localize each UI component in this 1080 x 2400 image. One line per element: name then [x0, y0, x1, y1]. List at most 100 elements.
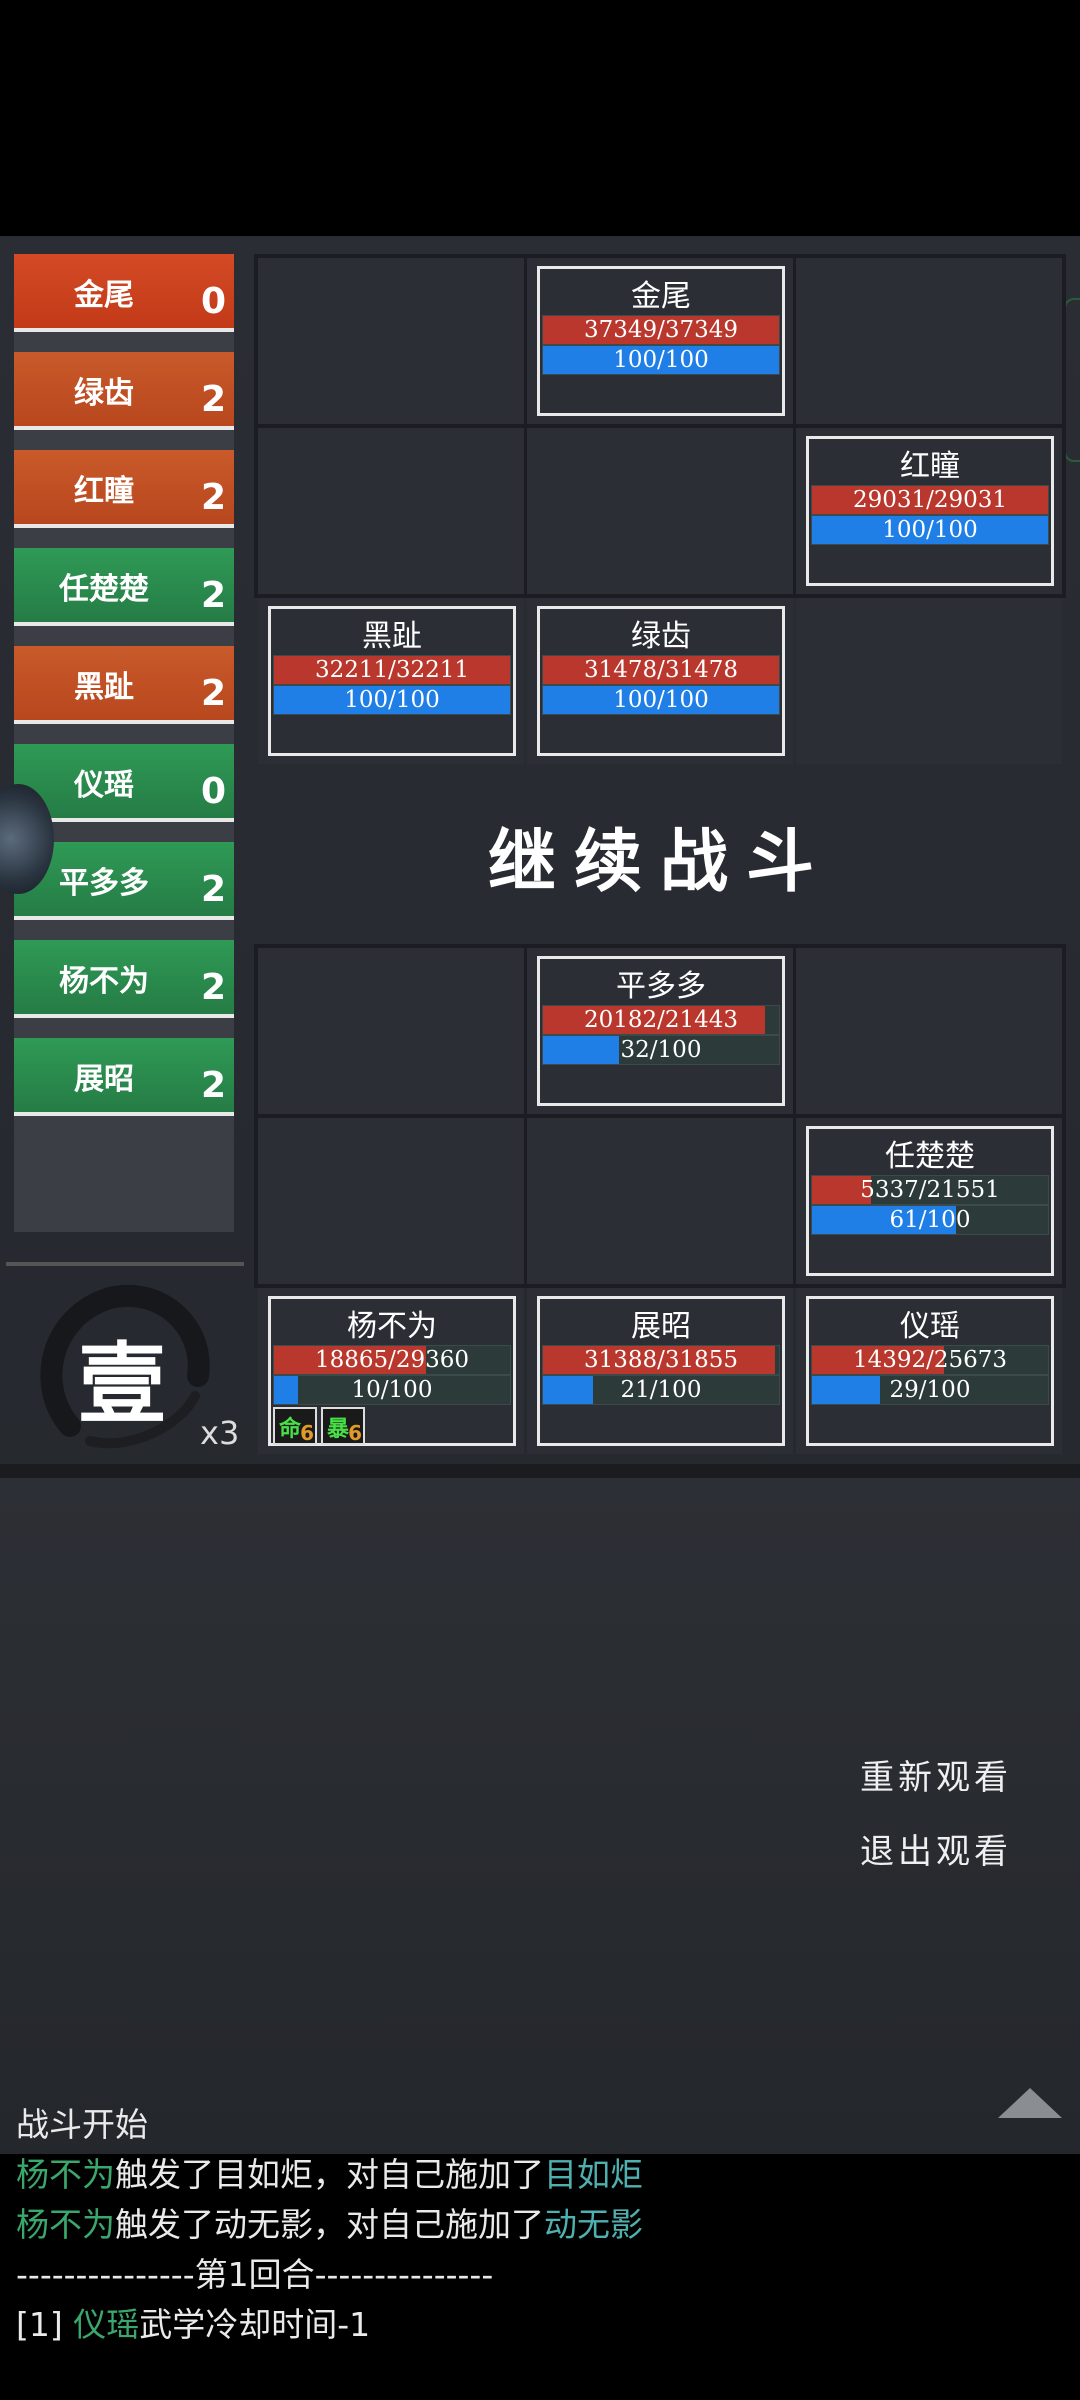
turn-item[interactable]: 任楚楚 2 — [14, 548, 234, 626]
turn-count: 2 — [200, 869, 226, 910]
buff-count: 6 — [348, 1421, 362, 1445]
mp-text: 100/100 — [613, 347, 709, 373]
mp-text: 100/100 — [882, 517, 978, 543]
mp-bar: 100/100 — [542, 345, 780, 375]
hp-bar: 18865/29360 — [273, 1345, 511, 1375]
hp-text: 31478/31478 — [583, 657, 739, 683]
buff-char: 命 — [279, 1417, 302, 1442]
grid-cell — [258, 428, 524, 594]
turn-name: 红瞳 — [74, 474, 134, 509]
enemy-unit-card[interactable]: 金尾 37349/37349 100/100 — [537, 266, 785, 416]
enemy-unit-card[interactable]: 红瞳 29031/29031 100/100 — [806, 436, 1054, 586]
turn-item[interactable]: 黑趾 2 — [14, 646, 234, 724]
log-round-separator: ---------------第1回合--------------- — [16, 2248, 493, 2296]
mp-bar: 10/100 — [273, 1375, 511, 1405]
grid-cell — [796, 598, 1062, 764]
mp-text: 100/100 — [344, 687, 440, 713]
enemy-unit-card[interactable]: 黑趾 32211/32211 100/100 — [268, 606, 516, 756]
replay-button[interactable]: 重新观看 — [860, 1750, 1012, 1799]
hp-text: 5337/21551 — [860, 1177, 1000, 1203]
grid-cell: 黑趾 32211/32211 100/100 — [258, 598, 524, 764]
turn-count: 2 — [200, 575, 226, 616]
continue-battle-button[interactable]: 继续战斗 — [254, 806, 1066, 905]
mp-text: 21/100 — [620, 1377, 702, 1403]
turn-item[interactable]: 绿齿 2 — [14, 352, 234, 430]
ally-unit-card[interactable]: 杨不为 18865/29360 10/100 命 6 暴 6 — [268, 1296, 516, 1446]
scroll-up-icon[interactable] — [998, 2088, 1062, 2118]
divider — [0, 1464, 1080, 1478]
grid-cell — [796, 258, 1062, 424]
mp-text: 100/100 — [613, 687, 709, 713]
grid-cell: 展昭 31388/31855 21/100 — [527, 1288, 793, 1454]
grid-cell — [796, 948, 1062, 1114]
ally-unit-card[interactable]: 平多多 20182/21443 32/100 — [537, 956, 785, 1106]
hp-text: 37349/37349 — [583, 317, 739, 343]
turn-name: 黑趾 — [74, 670, 134, 705]
hp-text: 14392/25673 — [852, 1347, 1008, 1373]
buff-icon[interactable]: 命 6 — [273, 1407, 317, 1445]
log-panel: 重新观看 退出观看 战斗开始 杨不为触发了目如炬，对自己施加了目如炬 杨不为触发… — [0, 1478, 1080, 2344]
turn-name: 绿齿 — [74, 376, 134, 411]
mp-bar: 100/100 — [811, 515, 1049, 545]
turn-name: 任楚楚 — [59, 572, 149, 607]
unit-name: 展昭 — [631, 1309, 691, 1344]
buff-icon[interactable]: 暴 6 — [321, 1407, 365, 1445]
unit-name: 红瞳 — [900, 449, 960, 484]
turn-count: 2 — [200, 967, 226, 1008]
mp-bar: 61/100 — [811, 1205, 1049, 1235]
log-actor: 仪瑶 — [73, 2305, 140, 2344]
grid-cell: 平多多 20182/21443 32/100 — [527, 948, 793, 1114]
hp-bar: 37349/37349 — [542, 315, 780, 345]
mp-bar: 32/100 — [542, 1035, 780, 1065]
log-skill: 目如炬 — [544, 2155, 643, 2194]
log-line: [1] 仪瑶武学冷却时间-1 — [16, 2298, 370, 2346]
ally-unit-card[interactable]: 仪瑶 14392/25673 29/100 — [806, 1296, 1054, 1446]
log-text: 战斗开始 — [16, 2105, 148, 2144]
mp-text: 10/100 — [351, 1377, 433, 1403]
turn-name: 展昭 — [74, 1062, 134, 1097]
turn-count: 2 — [200, 379, 226, 420]
grid-cell: 任楚楚 5337/21551 61/100 — [796, 1118, 1062, 1284]
turn-name: 杨不为 — [59, 964, 149, 999]
battle-screen: 金尾 0 绿齿 2 红瞳 2 任楚楚 2 黑趾 2 仪瑶 0 平多多 2 杨不为 — [0, 236, 1080, 2344]
grid-cell — [258, 1118, 524, 1284]
turn-item[interactable]: 杨不为 2 — [14, 940, 234, 1018]
enemy-unit-card[interactable]: 绿齿 31478/31478 100/100 — [537, 606, 785, 756]
exit-replay-button[interactable]: 退出观看 — [860, 1824, 1012, 1873]
hp-text: 18865/29360 — [314, 1347, 470, 1373]
mp-text: 61/100 — [889, 1207, 971, 1233]
hp-text: 31388/31855 — [583, 1347, 739, 1373]
hp-bar: 29031/29031 — [811, 485, 1049, 515]
mp-text: 29/100 — [889, 1377, 971, 1403]
turn-count: 2 — [200, 477, 226, 518]
hp-bar: 20182/21443 — [542, 1005, 780, 1035]
unit-name: 平多多 — [616, 969, 706, 1004]
speed-toggle[interactable]: x3 — [200, 1414, 239, 1452]
unit-name: 黑趾 — [362, 619, 422, 654]
unit-name: 金尾 — [631, 279, 691, 314]
buff-char: 暴 — [327, 1417, 350, 1442]
log-text: ---------------第1回合--------------- — [16, 2255, 494, 2294]
hp-text: 32211/32211 — [314, 657, 470, 683]
ally-unit-card[interactable]: 展昭 31388/31855 21/100 — [537, 1296, 785, 1446]
mp-text: 32/100 — [620, 1037, 702, 1063]
ally-unit-card[interactable]: 任楚楚 5337/21551 61/100 — [806, 1126, 1054, 1276]
log-actor: 杨不为 — [16, 2205, 115, 2244]
turn-item[interactable]: 红瞳 2 — [14, 450, 234, 528]
edge-handle — [1064, 298, 1080, 462]
mp-bar: 100/100 — [542, 685, 780, 715]
enemy-board: 金尾 37349/37349 100/100 红瞳 29031/29031 10… — [254, 254, 1066, 764]
hp-bar: 5337/21551 — [811, 1175, 1049, 1205]
unit-name: 仪瑶 — [900, 1309, 960, 1344]
turn-item[interactable]: 展昭 2 — [14, 1038, 234, 1116]
turn-name: 金尾 — [74, 278, 134, 313]
grid-cell: 绿齿 31478/31478 100/100 — [527, 598, 793, 764]
mp-bar: 29/100 — [811, 1375, 1049, 1405]
log-prefix: [1] — [16, 2305, 74, 2344]
hp-bar: 14392/25673 — [811, 1345, 1049, 1375]
turn-item[interactable]: 金尾 0 — [14, 254, 234, 332]
unit-name: 任楚楚 — [885, 1139, 975, 1174]
log-text: 触发了目如炬，对自己施加了 — [115, 2155, 544, 2194]
turn-order-panel: 金尾 0 绿齿 2 红瞳 2 任楚楚 2 黑趾 2 仪瑶 0 平多多 2 杨不为 — [14, 254, 234, 1232]
ally-board: 平多多 20182/21443 32/100 任楚楚 5337/21551 61… — [254, 944, 1066, 1454]
